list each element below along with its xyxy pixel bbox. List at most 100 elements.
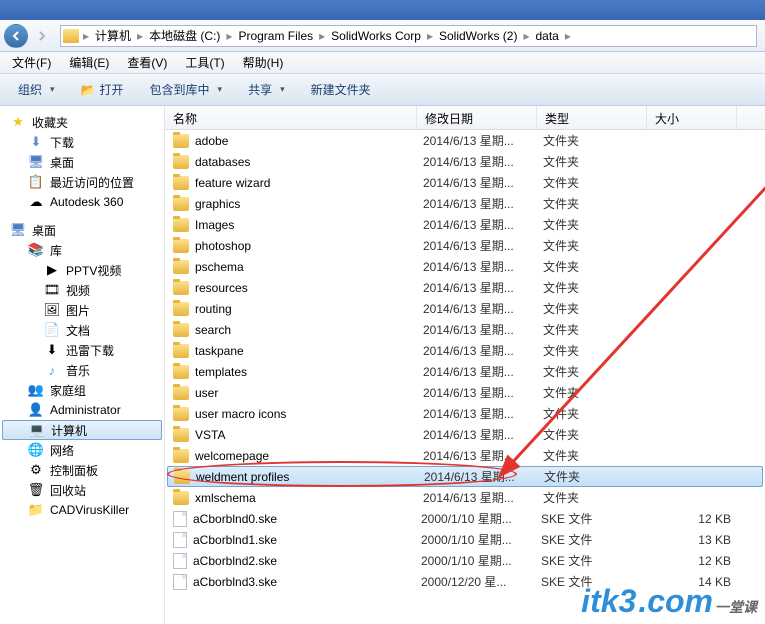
file-name: search xyxy=(195,323,423,337)
breadcrumb-item[interactable]: Program Files xyxy=(234,26,317,46)
recent-icon: 📋 xyxy=(28,174,44,190)
breadcrumb-item[interactable]: 本地磁盘 (C:) xyxy=(145,26,224,46)
sidebar-homegroup[interactable]: 👥家庭组 xyxy=(0,380,164,400)
new-folder-button[interactable]: 新建文件夹 xyxy=(301,77,381,102)
file-row[interactable]: resources2014/6/13 星期...文件夹 xyxy=(165,277,765,298)
file-date: 2014/6/13 星期... xyxy=(423,237,543,254)
file-row[interactable]: templates2014/6/13 星期...文件夹 xyxy=(165,361,765,382)
file-row[interactable]: routing2014/6/13 星期...文件夹 xyxy=(165,298,765,319)
sidebar-favorites[interactable]: ★收藏夹 xyxy=(0,112,164,132)
computer-icon: 💻 xyxy=(29,422,45,438)
folder-icon xyxy=(173,344,189,358)
sidebar-downloads[interactable]: ⬇下载 xyxy=(0,132,164,152)
breadcrumb-item[interactable]: SolidWorks Corp xyxy=(327,26,425,46)
file-row[interactable]: aCborblnd2.ske2000/1/10 星期...SKE 文件12 KB xyxy=(165,550,765,571)
col-header-date[interactable]: 修改日期 xyxy=(417,106,537,129)
file-row[interactable]: feature wizard2014/6/13 星期...文件夹 xyxy=(165,172,765,193)
open-button[interactable]: 📂 打开 xyxy=(71,77,134,102)
file-row[interactable]: photoshop2014/6/13 星期...文件夹 xyxy=(165,235,765,256)
file-row[interactable]: graphics2014/6/13 星期...文件夹 xyxy=(165,193,765,214)
sidebar-label: 文档 xyxy=(66,322,90,339)
file-row[interactable]: adobe2014/6/13 星期...文件夹 xyxy=(165,130,765,151)
sidebar-pictures[interactable]: 🖼图片 xyxy=(0,300,164,320)
file-type: 文件夹 xyxy=(543,447,653,464)
chevron-right-icon: ▸ xyxy=(81,29,91,43)
sidebar-pptv[interactable]: ▶PPTV视频 xyxy=(0,260,164,280)
file-icon xyxy=(173,532,187,548)
menubar: 文件(F) 编辑(E) 查看(V) 工具(T) 帮助(H) xyxy=(0,52,765,74)
file-row[interactable]: user2014/6/13 星期...文件夹 xyxy=(165,382,765,403)
sidebar-admin[interactable]: 👤Administrator xyxy=(0,400,164,420)
organize-button[interactable]: 组织 xyxy=(8,77,65,102)
file-date: 2014/6/13 星期... xyxy=(423,405,543,422)
folder-icon xyxy=(173,407,189,421)
file-date: 2014/6/13 星期... xyxy=(423,132,543,149)
file-row[interactable]: VSTA2014/6/13 星期...文件夹 xyxy=(165,424,765,445)
sidebar-computer[interactable]: 💻 计算机 xyxy=(2,420,162,440)
file-row[interactable]: xmlschema2014/6/13 星期...文件夹 xyxy=(165,487,765,508)
file-row[interactable]: databases2014/6/13 星期...文件夹 xyxy=(165,151,765,172)
chevron-right-icon: ▸ xyxy=(521,29,531,43)
folder-icon xyxy=(173,239,189,253)
col-header-name[interactable]: 名称 xyxy=(165,106,417,129)
file-list[interactable]: adobe2014/6/13 星期...文件夹databases2014/6/1… xyxy=(165,130,765,624)
file-name: user xyxy=(195,386,423,400)
sidebar-xunlei[interactable]: ⬇迅雷下载 xyxy=(0,340,164,360)
file-name: aCborblnd1.ske xyxy=(193,533,421,547)
file-name: feature wizard xyxy=(195,176,423,190)
menu-view[interactable]: 查看(V) xyxy=(119,52,175,73)
menu-edit[interactable]: 编辑(E) xyxy=(61,52,117,73)
breadcrumb-item[interactable]: data xyxy=(532,26,563,46)
file-row[interactable]: taskpane2014/6/13 星期...文件夹 xyxy=(165,340,765,361)
breadcrumb-item[interactable]: SolidWorks (2) xyxy=(435,26,521,46)
col-header-size[interactable]: 大小 xyxy=(647,106,737,129)
share-button[interactable]: 共享 xyxy=(238,77,295,102)
picture-icon: 🖼 xyxy=(44,302,60,318)
file-row[interactable]: aCborblnd0.ske2000/1/10 星期...SKE 文件12 KB xyxy=(165,508,765,529)
file-row[interactable]: user macro icons2014/6/13 星期...文件夹 xyxy=(165,403,765,424)
file-row[interactable]: search2014/6/13 星期...文件夹 xyxy=(165,319,765,340)
sidebar-documents[interactable]: 📄文档 xyxy=(0,320,164,340)
breadcrumb-item[interactable]: 计算机 xyxy=(91,26,135,46)
sidebar-cadvirus[interactable]: 📁CADVirusKiller xyxy=(0,500,164,520)
sidebar-label: 音乐 xyxy=(66,362,90,379)
toolbar: 组织 📂 打开 包含到库中 共享 新建文件夹 xyxy=(0,74,765,106)
open-icon: 📂 xyxy=(81,83,96,97)
file-row[interactable]: aCborblnd1.ske2000/1/10 星期...SKE 文件13 KB xyxy=(165,529,765,550)
sidebar-libraries[interactable]: 📚库 xyxy=(0,240,164,260)
nav-back-button[interactable] xyxy=(4,24,28,48)
chevron-right-icon: ▸ xyxy=(135,29,145,43)
menu-file[interactable]: 文件(F) xyxy=(4,52,59,73)
sidebar-music[interactable]: ♪音乐 xyxy=(0,360,164,380)
sidebar-recycle[interactable]: 🗑回收站 xyxy=(0,480,164,500)
file-date: 2000/1/10 星期... xyxy=(421,552,541,569)
sidebar-recent[interactable]: 📋最近访问的位置 xyxy=(0,172,164,192)
arrow-right-icon xyxy=(36,30,48,42)
menu-tools[interactable]: 工具(T) xyxy=(177,52,232,73)
sidebar-videos[interactable]: 🎞视频 xyxy=(0,280,164,300)
homegroup-icon: 👥 xyxy=(28,382,44,398)
folder-icon xyxy=(173,449,189,463)
file-name: routing xyxy=(195,302,423,316)
sidebar-network[interactable]: 🌐网络 xyxy=(0,440,164,460)
file-type: 文件夹 xyxy=(543,216,653,233)
file-row[interactable]: weldment profiles2014/6/13 星期...文件夹 xyxy=(167,466,763,487)
sidebar-desktop-root[interactable]: 🖥桌面 xyxy=(0,220,164,240)
file-name: resources xyxy=(195,281,423,295)
breadcrumb[interactable]: ▸ 计算机 ▸ 本地磁盘 (C:) ▸ Program Files ▸ Soli… xyxy=(60,25,757,47)
sidebar-label: 计算机 xyxy=(51,422,87,439)
nav-forward-button[interactable] xyxy=(30,24,54,48)
sidebar-autodesk[interactable]: ☁Autodesk 360 xyxy=(0,192,164,212)
sidebar-desktop[interactable]: 🖥桌面 xyxy=(0,152,164,172)
col-header-type[interactable]: 类型 xyxy=(537,106,647,129)
file-row[interactable]: welcomepage2014/6/13 星期...文件夹 xyxy=(165,445,765,466)
sidebar-controlpanel[interactable]: ⚙控制面板 xyxy=(0,460,164,480)
sidebar-label: 迅雷下载 xyxy=(66,342,114,359)
file-row[interactable]: Images2014/6/13 星期...文件夹 xyxy=(165,214,765,235)
file-row[interactable]: aCborblnd3.ske2000/12/20 星...SKE 文件14 KB xyxy=(165,571,765,592)
file-row[interactable]: pschema2014/6/13 星期...文件夹 xyxy=(165,256,765,277)
include-library-button[interactable]: 包含到库中 xyxy=(140,77,233,102)
menu-help[interactable]: 帮助(H) xyxy=(235,52,292,73)
sidebar-label: CADVirusKiller xyxy=(50,503,129,517)
file-name: adobe xyxy=(195,134,423,148)
